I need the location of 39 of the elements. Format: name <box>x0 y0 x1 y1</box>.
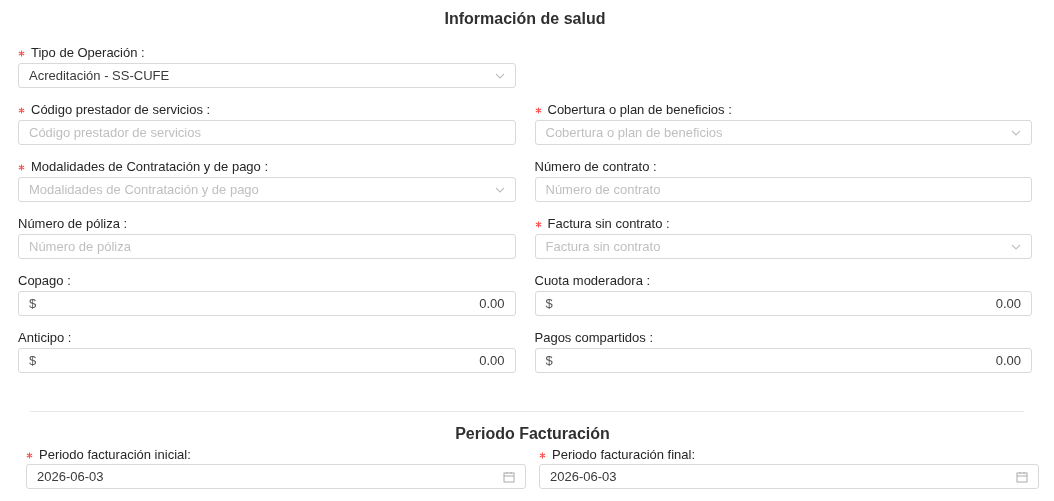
field-label: Cuota moderadora : <box>534 273 651 289</box>
date-field[interactable]: 2026-06-03 <box>539 464 1039 489</box>
currency-symbol: $ <box>545 353 553 368</box>
field-label: Cobertura o plan de beneficios : <box>547 102 732 118</box>
required-asterisk-icon <box>539 451 546 459</box>
field-label: Número de póliza : <box>18 216 128 232</box>
currency-symbol: $ <box>29 296 37 311</box>
field-label: Factura sin contrato : <box>547 216 670 232</box>
chevron-down-icon <box>1011 243 1021 250</box>
field-label: Anticipo : <box>18 330 72 346</box>
currency-field[interactable]: $ 0.00 <box>534 291 1032 316</box>
field-label: Periodo facturación inicial: <box>39 447 191 463</box>
required-asterisk-icon <box>534 106 542 114</box>
select-field[interactable]: Acreditación - SS-CUFE <box>18 63 516 88</box>
field-label: Periodo facturación final: <box>552 447 696 463</box>
date-field[interactable]: 2026-06-03 <box>26 464 526 489</box>
section-title: Periodo Facturación <box>454 424 611 444</box>
required-asterisk-icon <box>18 106 25 114</box>
currency-field[interactable]: $ 0.00 <box>18 348 516 373</box>
calendar-icon <box>1016 470 1028 483</box>
section-title: Información de salud <box>443 9 607 29</box>
chevron-down-icon <box>494 186 505 193</box>
currency-field[interactable]: $ 0.00 <box>534 348 1032 373</box>
required-asterisk-icon <box>534 220 542 228</box>
field-label: Pagos compartidos : <box>534 330 653 346</box>
required-asterisk-icon <box>18 163 25 171</box>
currency-symbol: $ <box>545 296 553 311</box>
currency-symbol: $ <box>29 353 37 368</box>
currency-field[interactable]: $ 0.00 <box>18 291 516 316</box>
calendar-icon <box>503 470 515 483</box>
required-asterisk-icon <box>18 49 25 57</box>
field-label: Modalidades de Contratación y de pago : <box>31 159 269 175</box>
chevron-down-icon <box>1011 129 1021 136</box>
required-asterisk-icon <box>26 451 33 459</box>
chevron-down-icon <box>494 72 505 79</box>
field-label: Número de contrato : <box>534 159 657 175</box>
field-label: Tipo de Operación : <box>31 45 145 61</box>
field-label: Código prestador de servicios : <box>31 102 211 118</box>
field-label: Copago : <box>18 273 71 289</box>
